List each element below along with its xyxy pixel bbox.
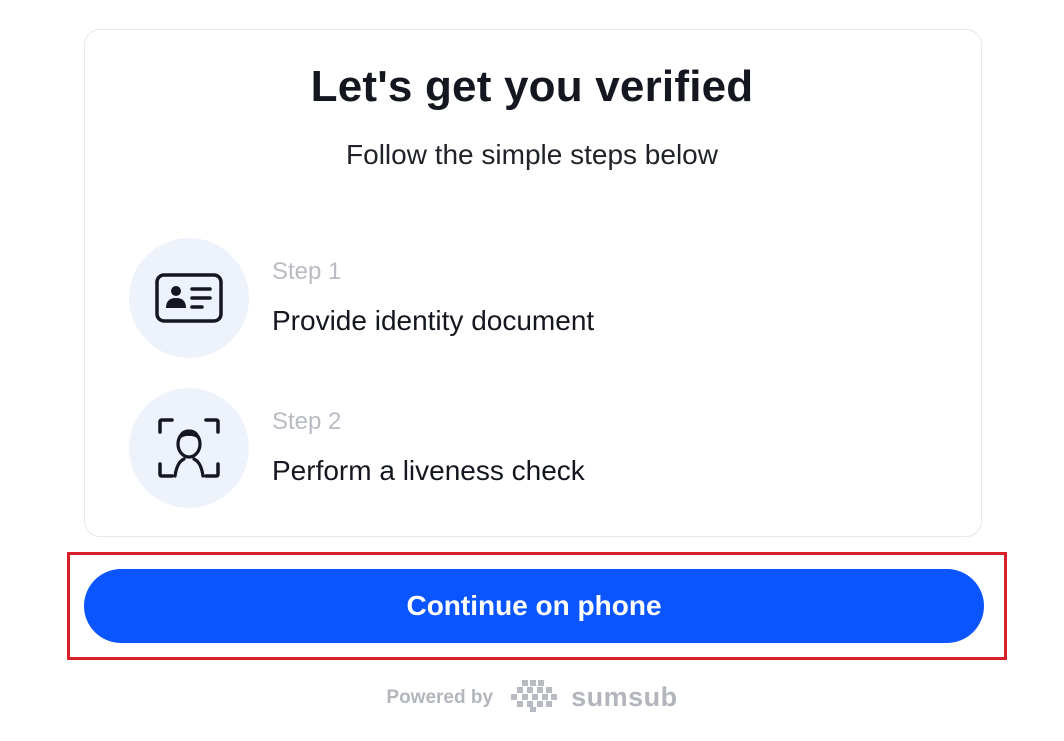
step-item-liveness-check: Step 2 Perform a liveness check [129,388,829,508]
powered-by-footer: Powered by sumsub [0,678,1064,717]
step-item-identity-document: Step 1 Provide identity document [129,238,829,358]
face-scan-icon [129,388,249,508]
step-number: Step 2 [272,408,342,435]
page-title: Let's get you verified [310,62,754,111]
page-subtitle: Follow the simple steps below [346,139,718,170]
continue-on-phone-button[interactable]: Continue on phone [84,569,984,643]
brand-name: sumsub [571,682,678,712]
id-card-icon [129,238,249,358]
step-number: Step 1 [272,258,342,285]
step-description: Perform a liveness check [272,455,585,486]
step-description: Provide identity document [272,305,595,336]
powered-by-label: Powered by [386,686,494,708]
sumsub-logo-icon [509,678,559,717]
